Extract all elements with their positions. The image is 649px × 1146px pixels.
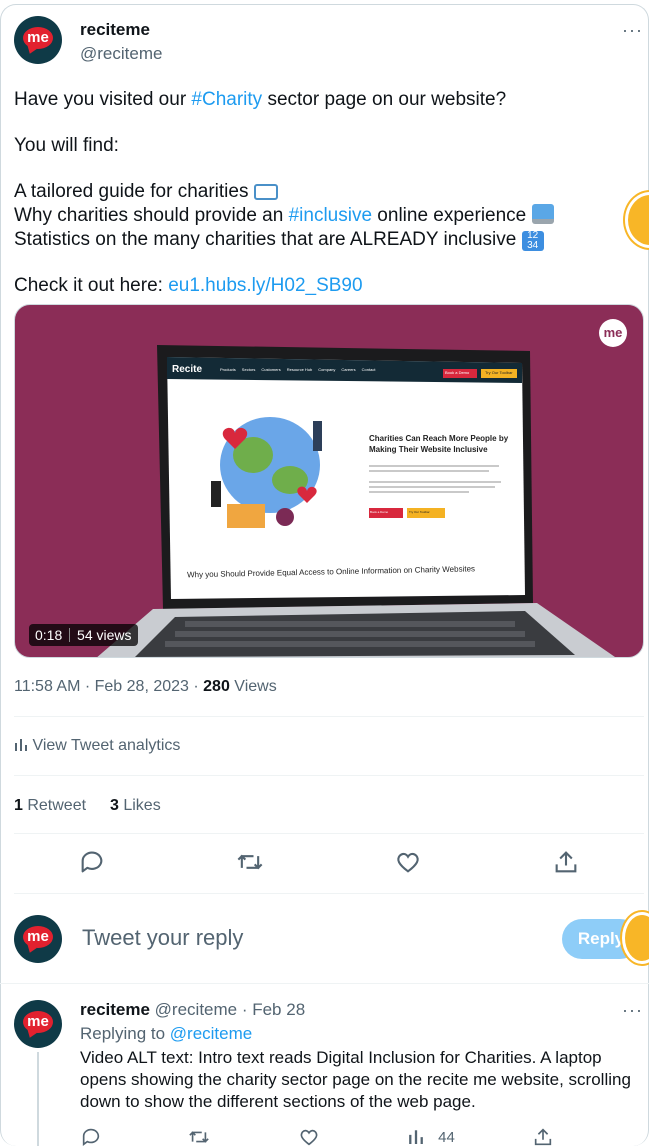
replying-to-handle[interactable]: @reciteme <box>170 1024 252 1043</box>
avatar-logo: me <box>23 1011 53 1033</box>
retweet-icon[interactable] <box>236 848 264 876</box>
share-icon[interactable] <box>552 848 580 876</box>
more-options-icon[interactable]: ··· <box>622 20 643 41</box>
like-icon[interactable] <box>298 1126 320 1146</box>
divider <box>14 775 644 776</box>
share-icon[interactable] <box>532 1126 554 1146</box>
text-line-3: A tailored guide for charities <box>14 180 634 204</box>
author-avatar[interactable]: me <box>14 16 62 64</box>
replying-to: Replying to @reciteme <box>80 1024 253 1043</box>
like-icon[interactable] <box>394 848 422 876</box>
reply-icon[interactable] <box>78 848 106 876</box>
reply-input[interactable]: Tweet your reply <box>82 925 243 951</box>
hashtag-charity[interactable]: #Charity <box>191 89 262 110</box>
link-hubs[interactable]: eu1.hubs.ly/H02_SB90 <box>168 275 362 296</box>
view-analytics-link[interactable]: View Tweet analytics <box>14 737 180 755</box>
author-name[interactable]: reciteme <box>80 20 150 40</box>
retweet-icon[interactable] <box>188 1126 210 1146</box>
analytics-icon <box>15 739 27 751</box>
divider <box>14 716 644 717</box>
site-hero-demo: Book a Demo <box>370 510 389 514</box>
book-emoji <box>253 184 278 200</box>
hashtag-inclusive[interactable]: #inclusive <box>289 205 372 226</box>
reply-icon[interactable] <box>80 1126 102 1146</box>
reply-header: reciteme @reciteme · Feb 28 <box>80 1000 305 1020</box>
numbers-emoji: 12 34 <box>521 231 544 251</box>
text-line-4: Why charities should provide an #inclusi… <box>14 204 634 228</box>
reply-author-avatar[interactable]: me <box>14 1000 62 1048</box>
reply-analytics[interactable]: 44 <box>408 1128 455 1146</box>
reply-author-name[interactable]: reciteme <box>80 1000 150 1019</box>
video-player[interactable]: me Recite Products Sectors Customers Resour… <box>14 304 644 658</box>
avatar-logo: me <box>23 27 53 49</box>
divider <box>0 983 649 984</box>
retweet-count[interactable]: 1 Retweet <box>14 797 86 815</box>
reply-handle-date[interactable]: @reciteme · Feb 28 <box>155 1000 305 1019</box>
site-hero-title: Charities Can Reach More People by Makin… <box>369 434 509 454</box>
thread-line <box>37 1052 39 1146</box>
reply-more-icon[interactable]: ··· <box>622 1000 643 1021</box>
video-frame <box>97 345 615 657</box>
text-line-1: Have you visited our #Charity sector pag… <box>14 89 507 110</box>
like-count[interactable]: 3 Likes <box>110 797 161 815</box>
tweet-text: Have you visited our #Charity sector pag… <box>14 88 634 298</box>
divider <box>14 893 644 894</box>
site-toolbar-button: Try Our Toolbar <box>485 370 513 375</box>
site-logo: Recite <box>172 364 203 375</box>
brand-watermark: me <box>599 319 627 347</box>
author-handle[interactable]: @reciteme <box>80 44 162 64</box>
analytics-icon <box>409 1130 423 1144</box>
computer-emoji <box>531 204 554 224</box>
site-nav: Products Sectors Customers Resource Hub Comp… <box>220 367 376 372</box>
reply-text: Video ALT text: Intro text reads Digital… <box>80 1048 631 1111</box>
text-line-6: Check it out here: eu1.hubs.ly/H02_SB90 <box>14 275 363 296</box>
video-duration-badge: 0:18 54 views <box>29 624 138 646</box>
site-hero-toolbar: Try Our Toolbar <box>409 510 430 514</box>
text-line-2: You will find: <box>14 135 119 156</box>
site-demo-button: Book a Demo <box>445 370 470 375</box>
composer-avatar: me <box>14 915 62 963</box>
divider <box>14 833 644 834</box>
avatar-logo: me <box>23 926 53 948</box>
tweet-timestamp[interactable]: 11:58 AM · Feb 28, 2023 · 280 Views <box>14 678 277 696</box>
text-line-5: Statistics on the many charities that ar… <box>14 228 634 252</box>
